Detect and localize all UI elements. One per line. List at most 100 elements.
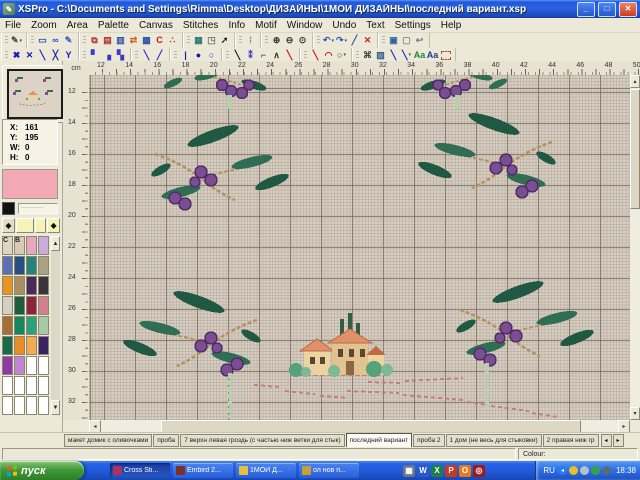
- blank-stitch-wide-button[interactable]: [16, 218, 34, 233]
- menu-file[interactable]: File: [0, 20, 26, 31]
- backstitch-black-tool[interactable]: ╲: [231, 49, 244, 61]
- quarter-stitch-tl-tool[interactable]: ▘: [88, 49, 101, 61]
- petite-pair-tool[interactable]: ⁑: [244, 49, 257, 61]
- palette-swatch[interactable]: [26, 356, 37, 375]
- current-color-swatch[interactable]: [2, 169, 58, 199]
- diamond-stitch-button[interactable]: ◆: [2, 218, 15, 233]
- menu-zoom[interactable]: Zoom: [26, 20, 62, 31]
- taskbar-task[interactable]: ол нов п...: [299, 463, 359, 478]
- half-stitch-left-tool[interactable]: ╲: [36, 49, 49, 61]
- text-small-tool[interactable]: Aa: [413, 49, 426, 61]
- palette-swatch[interactable]: [38, 316, 49, 335]
- menu-window[interactable]: Window: [282, 20, 328, 31]
- pattern-tab[interactable]: проба: [153, 434, 179, 447]
- palette-scroll-down-icon[interactable]: ▼: [51, 400, 60, 415]
- redo-button[interactable]: ↷▾: [335, 35, 348, 47]
- menu-info[interactable]: Info: [223, 20, 250, 31]
- hat-stitch-tool[interactable]: ∧: [270, 49, 283, 61]
- vertical-scrollbar[interactable]: ▴ ▾: [630, 75, 640, 420]
- tray-app-dark-icon[interactable]: [602, 466, 611, 475]
- undo-button[interactable]: ↶▾: [322, 35, 335, 47]
- taskbar-task[interactable]: 1МОИ Д...: [236, 463, 296, 478]
- menu-area[interactable]: Area: [62, 20, 93, 31]
- link-select-tool[interactable]: ∞: [49, 35, 62, 47]
- marquee-select-tool[interactable]: ▭: [36, 35, 49, 47]
- french-knot-tool[interactable]: ●: [192, 49, 205, 61]
- tab-scroll-left-icon[interactable]: ◂: [601, 434, 612, 447]
- copy-motif-button[interactable]: ⧉: [88, 35, 101, 47]
- palette-swatch[interactable]: [38, 256, 49, 275]
- palette-scroll-up-icon[interactable]: ▲: [51, 236, 60, 251]
- palette-swatch[interactable]: [38, 356, 49, 375]
- palette-swatch[interactable]: [2, 296, 13, 315]
- backstitch-left-tool[interactable]: ╲: [140, 49, 153, 61]
- palette-swatch[interactable]: [14, 376, 25, 395]
- zoom-out-button[interactable]: ⊖: [283, 35, 296, 47]
- rotate-motif-button[interactable]: C: [153, 35, 166, 47]
- palette-swatch[interactable]: [38, 236, 49, 255]
- palette-swatch[interactable]: [14, 316, 25, 335]
- tray-app-yellow-icon[interactable]: [569, 466, 578, 475]
- palette-swatch[interactable]: [14, 296, 25, 315]
- flip-motif-button[interactable]: ⇄: [127, 35, 140, 47]
- full-cross-stitch-tool[interactable]: ✖: [10, 49, 23, 61]
- new-page-button[interactable]: ▢: [400, 35, 413, 47]
- calculator-icon[interactable]: ▦: [403, 465, 415, 477]
- zoom-window-button[interactable]: ⊙: [296, 35, 309, 47]
- zoom-in-button[interactable]: ⊕: [270, 35, 283, 47]
- angle-stitch-tool[interactable]: ⌐: [257, 49, 270, 61]
- symbol-color-button[interactable]: [2, 202, 15, 215]
- palette-swatch[interactable]: [26, 396, 37, 415]
- media-player-icon[interactable]: ◎: [473, 465, 485, 477]
- palette-swatch[interactable]: [2, 396, 13, 415]
- backstitch-red-tool[interactable]: ╲: [283, 49, 296, 61]
- palette-swatch[interactable]: [26, 376, 37, 395]
- palette-swatch[interactable]: B: [14, 236, 25, 255]
- backstitch-right-tool[interactable]: ╱: [153, 49, 166, 61]
- minimize-button[interactable]: _: [577, 2, 595, 17]
- scatter-stitch-button[interactable]: ∴: [166, 35, 179, 47]
- chart-view-button[interactable]: ▦: [192, 35, 205, 47]
- select-region-tool[interactable]: [439, 49, 452, 61]
- diamond-on-color-button[interactable]: ◆: [47, 218, 60, 233]
- bead-tool[interactable]: ○: [205, 49, 218, 61]
- start-button[interactable]: пуск: [0, 461, 84, 480]
- pattern-tab[interactable]: последний вариант: [346, 433, 413, 448]
- palette-swatch[interactable]: [2, 376, 13, 395]
- taskbar-task[interactable]: Cross Sti...: [110, 463, 170, 478]
- word-icon[interactable]: W: [417, 465, 429, 477]
- menu-palette[interactable]: Palette: [93, 20, 134, 31]
- thread-divider-tool[interactable]: ⁞: [244, 35, 257, 47]
- paste-special-button[interactable]: ▣: [387, 35, 400, 47]
- pattern-tab[interactable]: 7 верхн левая гроздь (с частью ниж ветки…: [180, 434, 344, 447]
- dropdown-caret-icon[interactable]: ▾: [20, 38, 23, 44]
- vertical-scroll-thumb[interactable]: [630, 89, 640, 209]
- quarter-stitch-br-tool[interactable]: ▗: [101, 49, 114, 61]
- export-image-button[interactable]: ◳: [205, 35, 218, 47]
- menu-stitches[interactable]: Stitches: [178, 20, 224, 31]
- restore-button[interactable]: □: [598, 2, 616, 17]
- half-stitch-right-tool[interactable]: ╳: [49, 49, 62, 61]
- palette-swatch[interactable]: [2, 256, 13, 275]
- palette-swatch[interactable]: [38, 336, 49, 355]
- blank-stitch-button[interactable]: [35, 218, 46, 233]
- poly-line-tool[interactable]: ╲▾: [400, 49, 413, 61]
- vertical-stitch-tool[interactable]: |: [179, 49, 192, 61]
- dropdown-caret-icon[interactable]: ▾: [345, 38, 348, 44]
- palette-swatch[interactable]: [2, 336, 13, 355]
- menu-text[interactable]: Text: [361, 20, 389, 31]
- scroll-up-icon[interactable]: ▴: [630, 75, 640, 88]
- palette-swatch[interactable]: [14, 356, 25, 375]
- pattern-fill-tool[interactable]: ▨: [374, 49, 387, 61]
- palette-swatch[interactable]: [26, 256, 37, 275]
- excel-icon[interactable]: X: [431, 465, 443, 477]
- stitch-canvas[interactable]: [89, 75, 630, 420]
- scroll-down-icon[interactable]: ▾: [630, 407, 640, 420]
- pointer-arrow-tool[interactable]: ➚: [218, 35, 231, 47]
- palette-swatch[interactable]: [14, 256, 25, 275]
- line-pen-tool[interactable]: ╱: [348, 35, 361, 47]
- tray-collapse-icon[interactable]: ◂: [558, 466, 567, 475]
- menu-motif[interactable]: Motif: [250, 20, 282, 31]
- menu-undo[interactable]: Undo: [327, 20, 361, 31]
- palette-swatch[interactable]: [26, 296, 37, 315]
